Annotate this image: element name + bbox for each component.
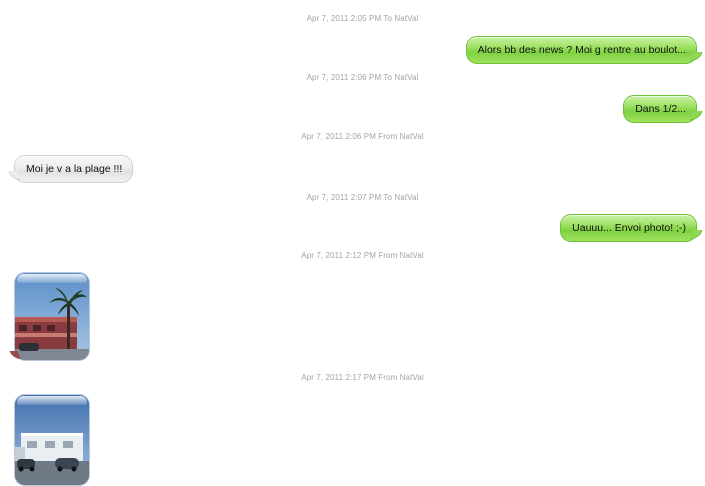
message-text: Alors bb des news ? Moi g rentre au boul… [477, 44, 686, 56]
sent-message-bubble[interactable]: Dans 1/2... [623, 95, 697, 123]
photo-message-bubble[interactable] [14, 272, 90, 361]
message-timestamp: Apr 7, 2011 2:05 PM To NatVal [306, 14, 419, 23]
sent-message-bubble[interactable]: Alors bb des news ? Moi g rentre au boul… [465, 36, 697, 64]
message-timestamp: Apr 7, 2011 2:07 PM To NatVal [306, 193, 419, 202]
message-text: Moi je v a la plage !!! [26, 163, 123, 175]
message-thread[interactable]: Apr 7, 2011 2:05 PM To NatVal Alors bb d… [0, 0, 705, 486]
message-text: Dans 1/2... [635, 103, 686, 115]
photo-gloss [17, 274, 87, 283]
photo-palm-tree-building [15, 273, 89, 360]
photo-message-bubble[interactable] [14, 394, 90, 486]
received-message-bubble[interactable]: Moi je v a la plage !!! [14, 155, 134, 183]
sent-message-bubble[interactable]: Uauuu... Envoi photo! ;-) [560, 214, 697, 242]
message-timestamp: Apr 7, 2011 2:06 PM To NatVal [306, 73, 419, 82]
photo-white-building-cars [15, 395, 89, 485]
message-timestamp: Apr 7, 2011 2:06 PM From NatVal [301, 132, 424, 141]
message-timestamp: Apr 7, 2011 2:17 PM From NatVal [301, 373, 424, 382]
photo-gloss [17, 396, 87, 405]
message-text: Uauuu... Envoi photo! ;-) [572, 222, 686, 234]
message-timestamp: Apr 7, 2011 2:12 PM From NatVal [301, 251, 424, 260]
